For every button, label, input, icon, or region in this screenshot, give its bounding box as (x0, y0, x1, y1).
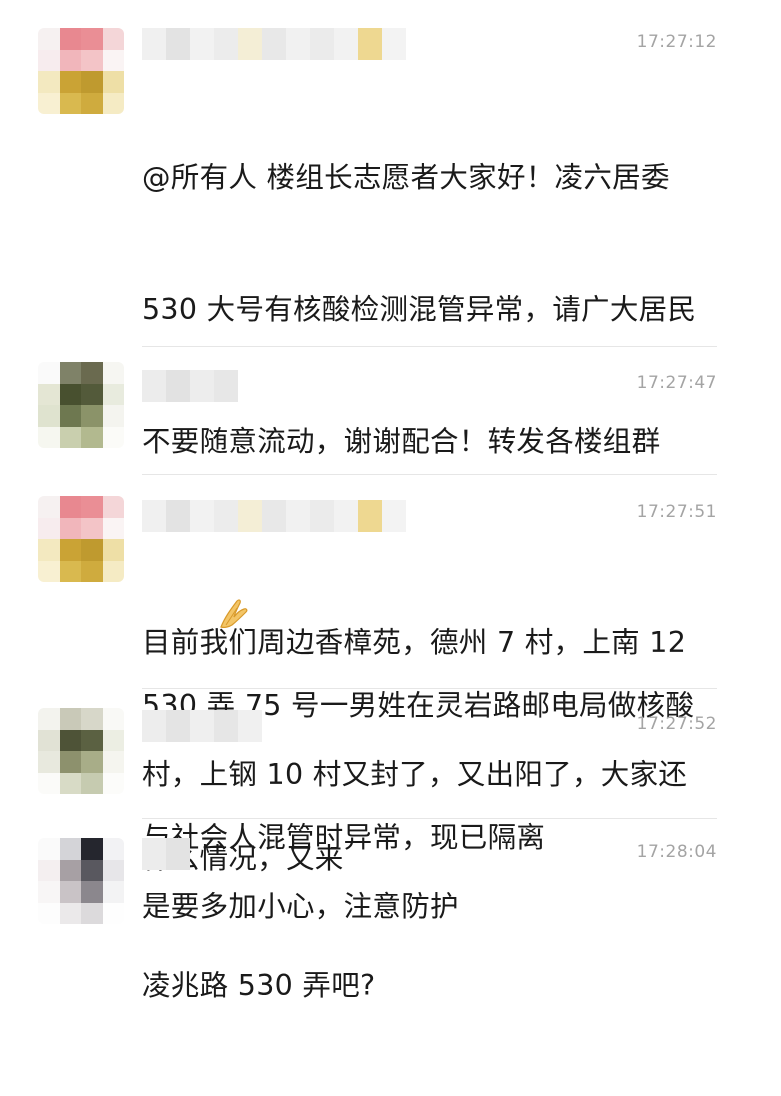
chat-message-list: 17:27:12 @所有人 楼组长志愿者大家好！凌六居委 530 大号有核酸检测… (0, 0, 781, 1002)
message-divider (142, 346, 717, 347)
avatar[interactable] (38, 496, 124, 582)
message-time: 17:27:47 (636, 373, 717, 393)
message-divider (142, 474, 717, 475)
sender-name (142, 710, 262, 742)
message-divider (142, 688, 717, 689)
avatar[interactable] (38, 838, 124, 924)
message-line: 凌兆路 530 弄吧? (142, 969, 376, 1002)
sender-name (142, 370, 238, 402)
sender-name (142, 500, 406, 532)
message-line: 目前我们周边香樟苑，德州 7 村，上南 12 (142, 626, 687, 659)
message-divider (142, 818, 717, 819)
message-time: 17:28:04 (636, 842, 717, 862)
message-time: 17:27:52 (636, 714, 717, 734)
message-line: @所有人 楼组长志愿者大家好！凌六居委 (142, 161, 670, 194)
avatar[interactable] (38, 362, 124, 448)
message-time: 17:27:12 (636, 32, 717, 52)
message-line: 530 大号有核酸检测混管异常，请广大居民 (142, 293, 697, 326)
sender-name (142, 28, 406, 60)
sender-name (142, 838, 190, 870)
avatar[interactable] (38, 28, 124, 114)
message-time: 17:27:51 (636, 502, 717, 522)
message-text: 凌兆路 530 弄吧? (142, 876, 727, 1096)
avatar[interactable] (38, 708, 124, 794)
